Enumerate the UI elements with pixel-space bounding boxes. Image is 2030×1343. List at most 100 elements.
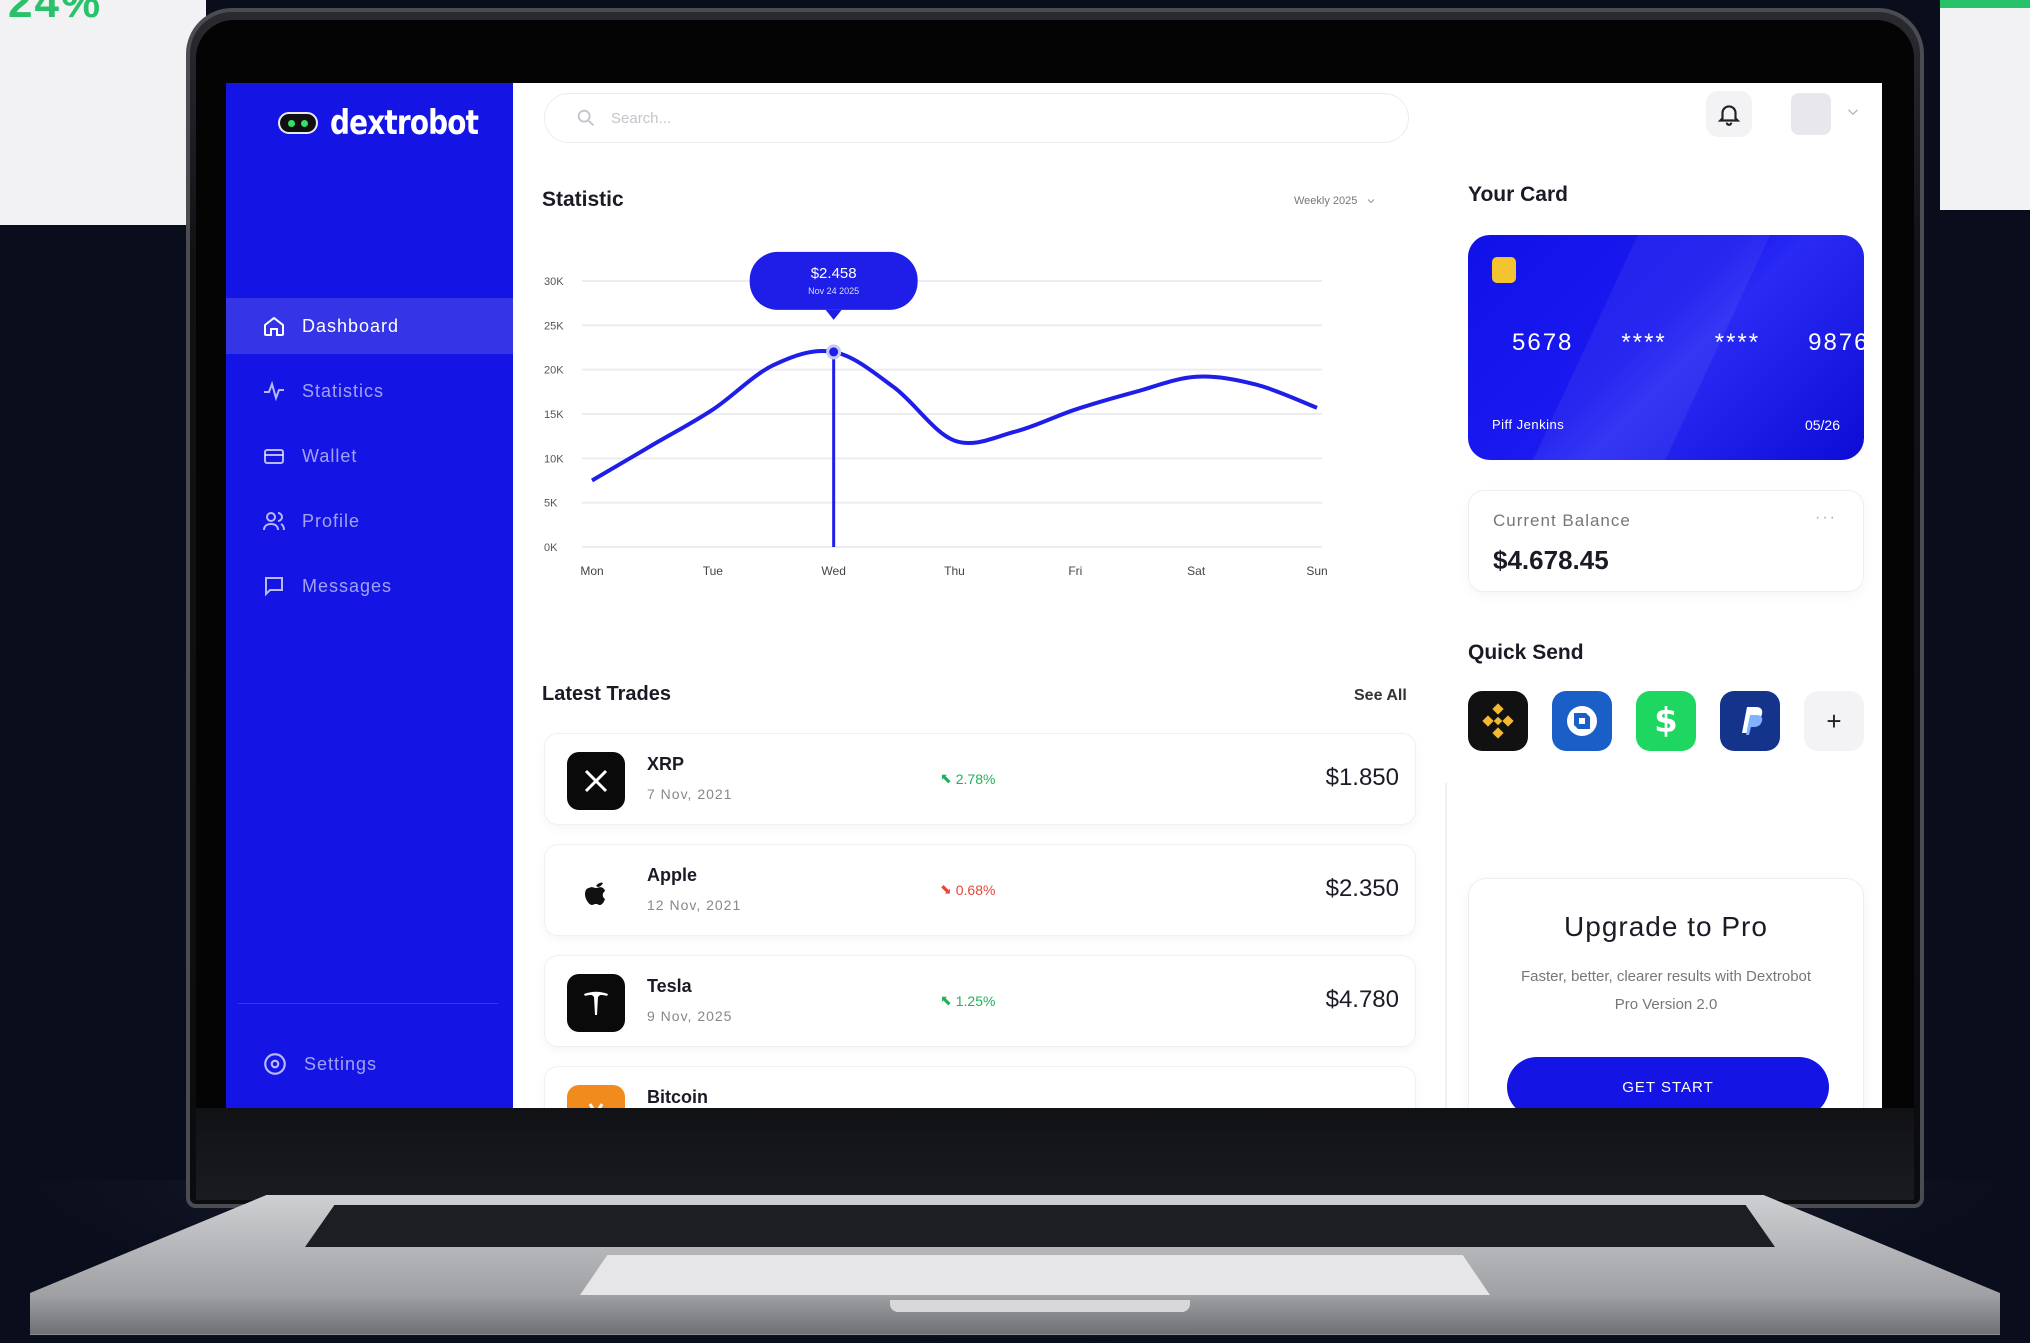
sidebar-item-messages[interactable]: Messages xyxy=(226,558,513,614)
upgrade-description: Faster, better, clearer results with Dex… xyxy=(1520,968,1812,1013)
arrow-down-icon: ⬊ xyxy=(940,881,952,897)
message-icon xyxy=(265,577,283,597)
chart-y-tick: 5K xyxy=(544,498,558,510)
notifications-button[interactable] xyxy=(1706,91,1752,137)
chart-x-tick: Mon xyxy=(580,564,603,578)
chart-x-tick: Sun xyxy=(1306,564,1327,578)
sidebar-item-label: Dashboard xyxy=(302,315,400,336)
chart-tooltip: $2.458 Nov 24 2025 xyxy=(749,251,918,320)
gear-icon xyxy=(264,1053,286,1075)
apple-icon xyxy=(567,863,625,921)
trade-change: ⬉ 1.25% xyxy=(940,992,995,1009)
upgrade-panel: Upgrade to Pro Faster, better, clearer r… xyxy=(1468,878,1864,1108)
current-balance-panel: Current Balance $4.678.45 ··· xyxy=(1468,490,1864,592)
xrp-icon xyxy=(567,752,625,810)
brand-name: dextrobot xyxy=(330,103,479,143)
laptop-notch xyxy=(890,1300,1190,1312)
sidebar-item-label: Messages xyxy=(302,575,393,596)
trade-amount: $1.850 xyxy=(1325,764,1399,791)
search-icon xyxy=(577,109,594,126)
laptop-trackpad xyxy=(580,1255,1490,1295)
chart-y-tick: 0K xyxy=(544,542,558,554)
card-expiry: 05/26 xyxy=(1804,417,1840,433)
get-start-button[interactable]: GET START xyxy=(1507,1057,1829,1108)
card-number: 5678 **** **** 9876 xyxy=(1512,329,1864,357)
statistic-title: Statistic xyxy=(542,188,624,211)
sidebar: dextrobot Dashboard Statistics Wallet Pr… xyxy=(226,83,513,1108)
sidebar-item-dashboard[interactable]: Dashboard xyxy=(226,298,513,354)
brand-logo[interactable]: dextrobot xyxy=(278,103,511,143)
credit-card[interactable]: 5678 **** **** 9876 Piff Jenkins 05/26 xyxy=(1468,235,1864,460)
arrow-up-icon: ⬉ xyxy=(940,992,952,1008)
chevron-down-icon[interactable] xyxy=(1844,103,1862,121)
sidebar-nav: Dashboard Statistics Wallet Profile Mess… xyxy=(226,298,513,623)
sidebar-item-wallet[interactable]: Wallet xyxy=(226,428,513,484)
card-number-group: **** xyxy=(1621,329,1667,356)
chase-icon[interactable] xyxy=(1552,691,1612,751)
trade-row-bitcoin[interactable]: Bitcoin xyxy=(544,1066,1416,1108)
home-icon xyxy=(264,316,284,336)
trade-row-apple[interactable]: Apple 12 Nov, 2021 ⬊ 0.68% $2.350 xyxy=(544,844,1416,936)
trade-change-value: 2.78% xyxy=(955,770,996,787)
trade-date: 7 Nov, 2021 xyxy=(647,786,733,802)
robot-logo-icon xyxy=(278,112,318,134)
chart-x-tick: Sat xyxy=(1187,564,1206,578)
sidebar-divider xyxy=(238,1003,498,1004)
trade-name: Tesla xyxy=(647,976,692,996)
period-select-value: Weekly 2025 xyxy=(1294,195,1358,207)
balance-label: Current Balance xyxy=(1493,511,1631,530)
bitcoin-icon xyxy=(567,1085,625,1108)
trade-change-value: 0.68% xyxy=(955,881,996,898)
card-holder: Piff Jenkins xyxy=(1492,417,1565,432)
trade-date: 12 Nov, 2021 xyxy=(647,897,742,913)
trade-change: ⬊ 0.68% xyxy=(940,881,995,898)
sidebar-item-label: Profile xyxy=(302,510,361,531)
trade-name: Bitcoin xyxy=(647,1087,708,1107)
cashapp-icon[interactable]: $ xyxy=(1636,691,1696,751)
trade-amount: $2.350 xyxy=(1325,875,1399,902)
chart-y-tick: 10K xyxy=(544,453,564,465)
card-number-group: **** xyxy=(1714,329,1761,356)
card-chip-icon xyxy=(1492,257,1516,283)
chart-x-tick: Wed xyxy=(821,564,845,578)
chart-tooltip-date: Nov 24 2025 xyxy=(808,286,859,296)
add-recipient-button[interactable]: + xyxy=(1804,691,1864,751)
paypal-icon[interactable] xyxy=(1720,691,1780,751)
users-icon xyxy=(263,512,285,531)
trade-change-value: 1.25% xyxy=(955,992,996,1009)
backdrop-stat: 24% xyxy=(8,0,103,27)
chart-y-tick: 30K xyxy=(544,276,564,288)
binance-icon[interactable] xyxy=(1468,691,1528,751)
see-all-link[interactable]: See All xyxy=(1354,687,1407,705)
chart-x-tick: Tue xyxy=(703,564,724,578)
bell-icon xyxy=(1717,105,1741,126)
trade-row-tesla[interactable]: Tesla 9 Nov, 2025 ⬉ 1.25% $4.780 xyxy=(544,955,1416,1047)
sidebar-item-label: Statistics xyxy=(302,380,385,401)
card-number-group: 5678 xyxy=(1512,329,1574,356)
activity-icon xyxy=(264,380,284,402)
backdrop-panel-right xyxy=(1940,0,2030,210)
avatar[interactable] xyxy=(1791,93,1831,135)
backdrop-accent-strip xyxy=(1940,0,2030,8)
trade-name: XRP xyxy=(647,754,685,774)
chart-x-tick: Thu xyxy=(944,564,965,578)
chart-y-tick: 15K xyxy=(544,409,564,421)
arrow-up-icon: ⬉ xyxy=(940,770,952,786)
sidebar-item-settings[interactable]: Settings xyxy=(262,1051,377,1077)
backdrop-panel-left: 24% xyxy=(0,0,206,225)
sidebar-item-statistics[interactable]: Statistics xyxy=(226,363,513,419)
tesla-icon xyxy=(567,974,625,1032)
search-bar[interactable] xyxy=(544,93,1409,143)
trade-change: ⬉ 2.78% xyxy=(940,770,995,787)
chart-highlight-point[interactable] xyxy=(826,344,842,360)
period-select[interactable]: Weekly 2025 xyxy=(1294,195,1377,207)
sidebar-item-profile[interactable]: Profile xyxy=(226,493,513,549)
sidebar-item-label: Settings xyxy=(304,1053,378,1074)
quick-send-list: $ + xyxy=(1468,691,1864,751)
column-divider xyxy=(1445,783,1447,1108)
laptop-keyboard xyxy=(305,1205,1775,1247)
trade-row-xrp[interactable]: XRP 7 Nov, 2021 ⬉ 2.78% $1.850 xyxy=(544,733,1416,825)
more-options-icon[interactable]: ··· xyxy=(1815,509,1837,527)
search-input[interactable] xyxy=(611,109,1311,127)
card-number-group: 9876 xyxy=(1808,329,1864,356)
